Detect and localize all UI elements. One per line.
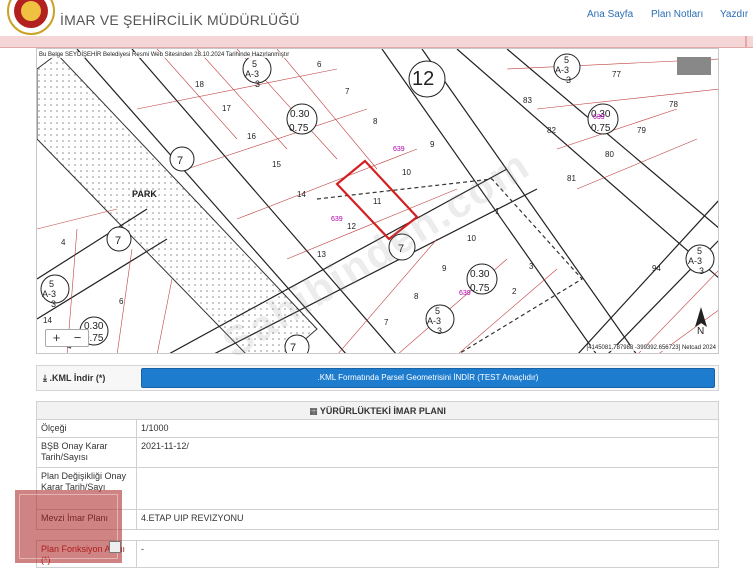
- svg-text:A-3: A-3: [42, 289, 56, 299]
- municipality-logo: [7, 0, 55, 35]
- svg-text:3: 3: [529, 262, 534, 271]
- svg-text:0.75: 0.75: [470, 283, 490, 294]
- row-value: 4.ETAP UIP REVIZYONU: [141, 513, 244, 523]
- svg-text:80: 80: [605, 150, 614, 159]
- row-key: Ölçeği: [37, 420, 137, 437]
- table-row: Mevzi İmar Planı 4.ETAP UIP REVIZYONU: [36, 510, 719, 530]
- map-coordinates: [4145081.787988 -399392.656723] Netcad 2…: [586, 345, 716, 351]
- svg-text:10: 10: [402, 168, 411, 177]
- zoom-in-button[interactable]: +: [46, 330, 67, 346]
- svg-text:82: 82: [547, 126, 556, 135]
- svg-text:639: 639: [393, 146, 405, 153]
- svg-text:A-3: A-3: [245, 69, 259, 79]
- svg-text:2: 2: [512, 287, 517, 296]
- svg-text:3: 3: [699, 266, 704, 276]
- info-icon[interactable]: [109, 541, 121, 553]
- page-brand-title: İMAR VE ŞEHİRCİLİK MÜDÜRLÜĞÜ: [60, 12, 300, 28]
- svg-text:11: 11: [373, 197, 382, 206]
- svg-text:7: 7: [384, 318, 389, 327]
- svg-text:9: 9: [442, 264, 447, 273]
- nav-plan-notes-link[interactable]: Plan Notları: [651, 9, 703, 20]
- svg-text:13: 13: [317, 250, 326, 259]
- svg-text:10: 10: [467, 234, 476, 243]
- svg-text:6: 6: [317, 60, 322, 69]
- table-row: Ölçeği 1/1000: [36, 420, 719, 438]
- svg-text:83: 83: [523, 96, 532, 105]
- parcel-map-svg: 12 5A-33 0.300.75 7 7 5A-33 0.300.75 7 0…: [37, 49, 718, 354]
- svg-text:77: 77: [612, 70, 621, 79]
- table-row: Plan Değişikliği Onay Karar Tarih/Sayı: [36, 468, 719, 510]
- plan-info-table: ▦ YÜRÜRLÜKTEKİ İMAR PLANI Ölçeği 1/1000 …: [36, 401, 719, 568]
- svg-text:7: 7: [398, 243, 404, 255]
- svg-text:94: 94: [652, 264, 661, 273]
- table-row: Plan Fonksiyon Alanı (*) -: [36, 540, 719, 568]
- svg-text:0.75: 0.75: [289, 123, 309, 134]
- svg-text:14: 14: [297, 190, 306, 199]
- svg-text:4: 4: [61, 238, 66, 247]
- row-key: BŞB Onay Karar Tarih/Sayısı: [37, 438, 137, 467]
- svg-text:6: 6: [119, 297, 124, 306]
- svg-text:7: 7: [177, 155, 183, 167]
- svg-text:N: N: [697, 326, 704, 337]
- kml-download-button[interactable]: .KML Formatında Parsel Geometrisini İNDİ…: [141, 368, 715, 388]
- svg-text:7: 7: [345, 87, 350, 96]
- kml-label: ⤓ .KML İndir (*): [43, 373, 106, 383]
- zoom-out-button[interactable]: −: [67, 330, 88, 346]
- map-thumbnail: [677, 57, 711, 75]
- kml-download-row: ⤓ .KML İndir (*) .KML Formatında Parsel …: [36, 365, 719, 391]
- plan-table-header: ▦ YÜRÜRLÜKTEKİ İMAR PLANI: [36, 401, 719, 420]
- parcel-map[interactable]: 12 5 A-3 3 0.30 0.75 7 7 5 A-3 3 0.30 0.75 7 0…: [36, 48, 719, 354]
- table-icon: ▦: [309, 406, 320, 416]
- svg-text:5: 5: [697, 246, 702, 256]
- row-value: 1/1000: [141, 423, 169, 433]
- svg-text:9: 9: [430, 140, 435, 149]
- svg-text:639: 639: [593, 114, 605, 121]
- svg-text:5: 5: [435, 306, 440, 316]
- svg-text:0.75: 0.75: [591, 123, 611, 134]
- svg-text:7: 7: [290, 342, 296, 354]
- svg-text:3: 3: [255, 79, 260, 89]
- svg-text:79: 79: [637, 126, 646, 135]
- svg-text:18: 18: [195, 80, 204, 89]
- svg-text:17: 17: [222, 104, 231, 113]
- svg-text:1: 1: [495, 207, 500, 216]
- nav-print-link[interactable]: Yazdır: [720, 9, 748, 20]
- app-header: İMAR VE ŞEHİRCİLİK MÜDÜRLÜĞÜ Ana Sayfa P…: [0, 0, 753, 36]
- svg-text:A-3: A-3: [427, 316, 441, 326]
- table-row: BŞB Onay Karar Tarih/Sayısı 2021-11-12/: [36, 438, 719, 468]
- svg-text:12: 12: [412, 68, 434, 90]
- svg-text:3: 3: [51, 299, 56, 309]
- svg-text:15: 15: [272, 160, 281, 169]
- svg-text:8: 8: [414, 292, 419, 301]
- nav-home-link[interactable]: Ana Sayfa: [587, 9, 633, 20]
- svg-text:81: 81: [567, 174, 576, 183]
- row-value: 2021-11-12/: [141, 441, 189, 451]
- svg-text:5: 5: [49, 279, 54, 289]
- row-value: -: [141, 544, 144, 554]
- map-zoom-control: + −: [45, 329, 89, 347]
- svg-text:78: 78: [669, 100, 678, 109]
- svg-text:0.30: 0.30: [470, 269, 490, 280]
- svg-text:639: 639: [459, 290, 471, 297]
- map-source-note: Bu Belge SEYDİŞEHİR Belediyesi Resmi Web…: [39, 52, 290, 58]
- svg-text:12: 12: [347, 222, 356, 231]
- svg-text:0.30: 0.30: [290, 109, 310, 120]
- svg-text:16: 16: [247, 132, 256, 141]
- svg-text:7: 7: [115, 235, 121, 247]
- overlay-badge: [15, 490, 122, 563]
- svg-text:8: 8: [373, 117, 378, 126]
- svg-text:3: 3: [437, 326, 442, 336]
- svg-text:639: 639: [331, 216, 343, 223]
- svg-text:5: 5: [564, 55, 569, 65]
- svg-text:A-3: A-3: [688, 256, 702, 266]
- svg-text:14: 14: [43, 316, 52, 325]
- alert-strip: [0, 36, 753, 48]
- svg-text:A-3: A-3: [555, 65, 569, 75]
- svg-text:3: 3: [566, 75, 571, 85]
- row-value: [137, 468, 718, 509]
- svg-text:5: 5: [252, 59, 257, 69]
- svg-text:PARK: PARK: [132, 189, 157, 199]
